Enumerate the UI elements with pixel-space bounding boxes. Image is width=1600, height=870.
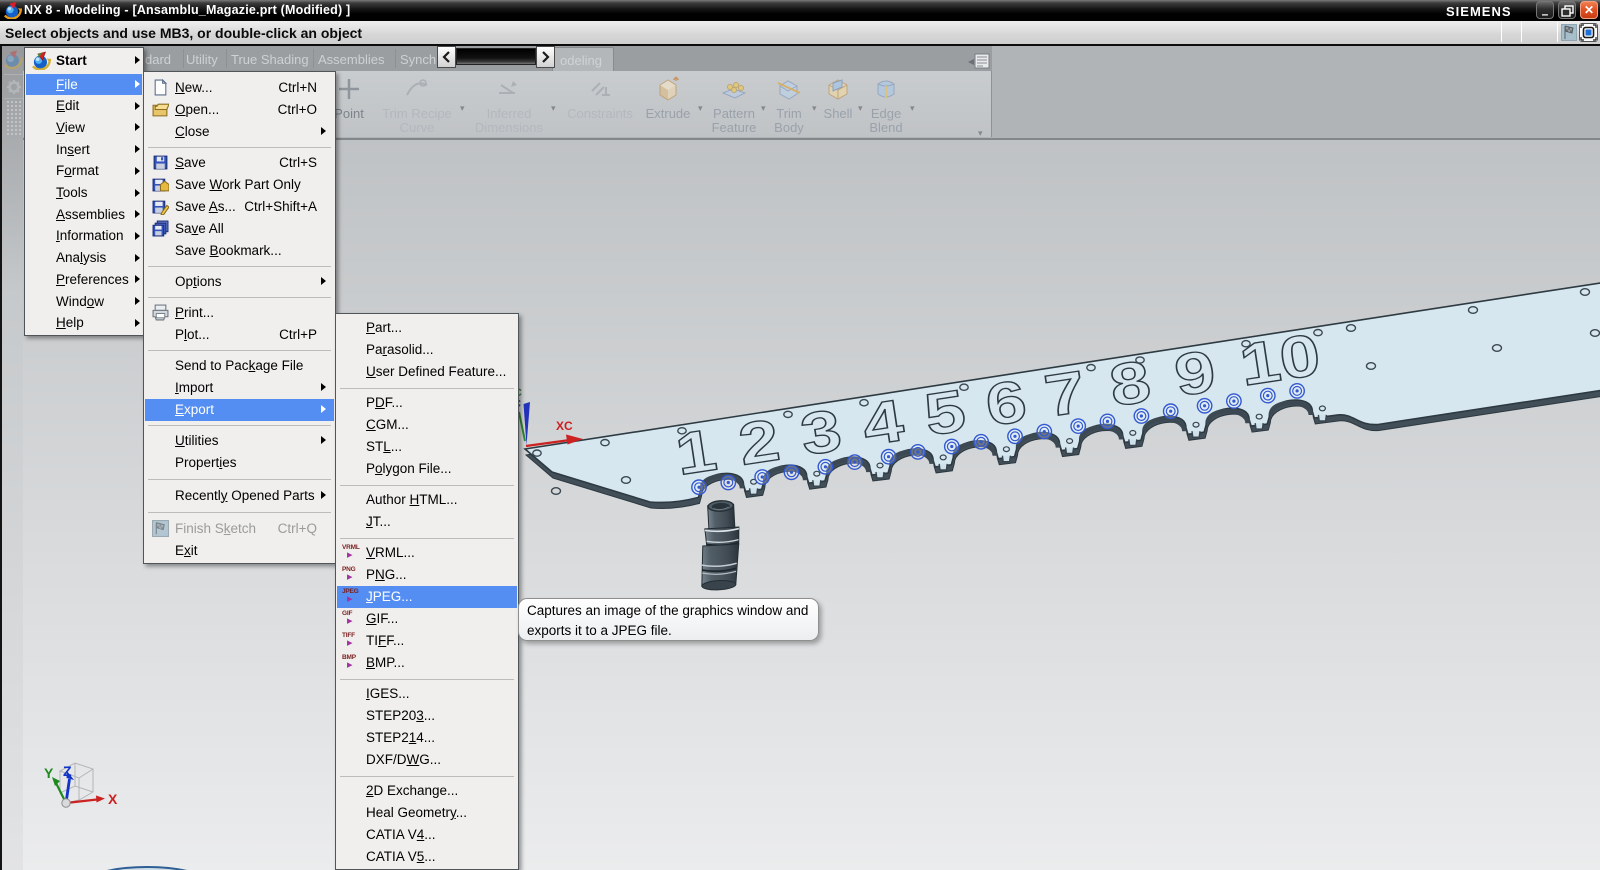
svg-text:10: 10	[1235, 321, 1324, 399]
svg-text:XC: XC	[556, 419, 573, 433]
svg-text:Z: Z	[63, 763, 72, 779]
svg-text:X: X	[108, 791, 118, 807]
svg-text:Y: Y	[44, 765, 54, 781]
